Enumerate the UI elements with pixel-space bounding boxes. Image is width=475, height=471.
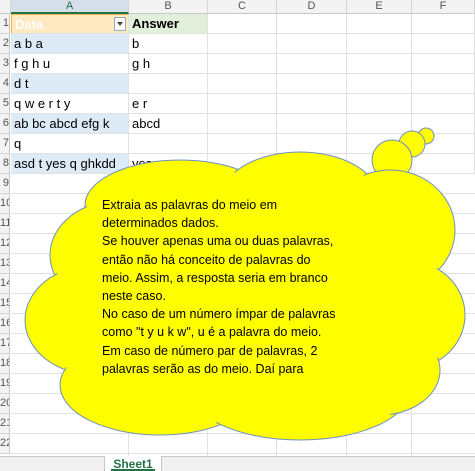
- callout-line: como "t y u k w", u é a palavra do meio.: [102, 325, 322, 340]
- callout-line: neste caso.: [102, 289, 166, 304]
- callout-line: No caso de um número ímpar de palavras: [102, 307, 336, 322]
- callout-text: Extraia as palavras do meio em determina…: [102, 196, 362, 378]
- sheet-tab-sheet1[interactable]: Sheet1: [104, 456, 162, 471]
- callout-line: Extraia as palavras do meio em: [102, 198, 278, 212]
- callout-line: Em caso de número par de palavras, 2: [102, 343, 318, 358]
- callout-line: Se houver apenas uma ou duas palavras,: [102, 234, 334, 249]
- callout-line: meio. Assim, a resposta seria em branco: [102, 270, 328, 285]
- callout-line: então não há conceito de palavras do: [102, 252, 311, 267]
- sheet-tab-bar: Sheet1: [0, 456, 475, 471]
- callout-line: determinados dados.: [102, 216, 219, 231]
- callout-line: palavras serão as do meio. Daí para: [102, 361, 304, 376]
